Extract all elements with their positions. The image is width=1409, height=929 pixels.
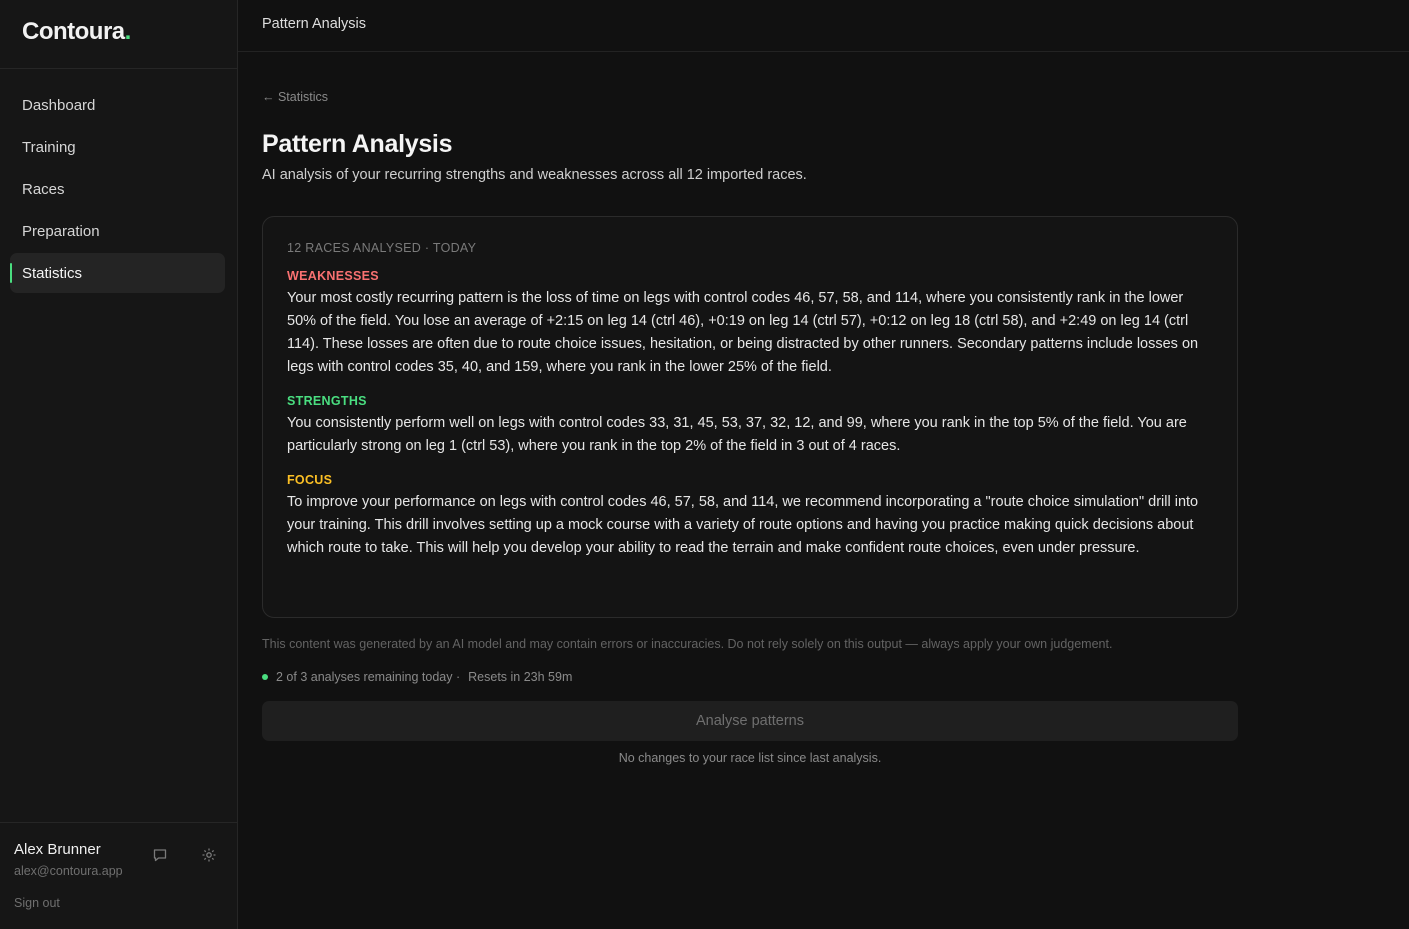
focus-text: To improve your performance on legs with… — [287, 494, 1199, 556]
main-nav: Dashboard Training Races Preparation Sta… — [0, 69, 237, 293]
nav-item-label: Races — [22, 180, 65, 198]
brand-name: Contoura — [22, 18, 125, 45]
sign-out-link[interactable]: Sign out — [14, 896, 223, 910]
analyse-patterns-button[interactable]: Analyse patterns — [262, 701, 1238, 741]
nav-item-dashboard[interactable]: Dashboard — [10, 85, 225, 125]
main-content: ← Statistics Pattern Analysis AI analysi… — [262, 90, 1238, 765]
topbar-title: Pattern Analysis — [262, 16, 366, 32]
quota-resets: Resets in 23h 59m — [468, 670, 573, 684]
analysis-card: 12 RACES ANALYSED · TODAY WEAKNESSES You… — [262, 216, 1238, 618]
nav-item-statistics[interactable]: Statistics — [10, 253, 225, 293]
chat-icon[interactable] — [152, 847, 168, 863]
focus-label: FOCUS — [287, 473, 333, 487]
user-email: alex@contoura.app — [14, 864, 123, 878]
ai-disclaimer: This content was generated by an AI mode… — [262, 637, 1113, 651]
nav-item-label: Statistics — [22, 264, 83, 282]
gear-icon[interactable] — [201, 847, 217, 863]
nav-item-training[interactable]: Training — [10, 127, 225, 167]
brand-dot: . — [124, 18, 132, 45]
user-icons — [152, 847, 217, 863]
nav-item-label: Preparation — [22, 222, 100, 240]
user-panel: Alex Brunner alex@contoura.app Sign out — [0, 822, 237, 929]
status-dot-icon — [262, 674, 268, 680]
strengths-text: You consistently perform well on legs wi… — [287, 415, 1187, 454]
sidebar: Contoura. Dashboard Training Races Prepa… — [0, 0, 238, 929]
brand-logo[interactable]: Contoura. — [0, 0, 237, 69]
nav-item-races[interactable]: Races — [10, 169, 225, 209]
analysis-meta: 12 RACES ANALYSED · TODAY — [287, 241, 477, 255]
back-link[interactable]: ← Statistics — [262, 90, 1238, 104]
topbar: Pattern Analysis — [238, 0, 1409, 52]
page-title: Pattern Analysis — [262, 130, 453, 158]
strengths-label: STRENGTHS — [287, 394, 367, 408]
nav-item-label: Training — [22, 138, 76, 156]
quota-remaining: 2 of 3 analyses remaining today · — [276, 670, 461, 684]
weaknesses-label: WEAKNESSES — [287, 269, 379, 283]
page-subtitle: AI analysis of your recurring strengths … — [262, 167, 807, 183]
quota-status: 2 of 3 analyses remaining today · Resets… — [262, 670, 1238, 684]
nav-item-label: Dashboard — [22, 96, 96, 114]
no-changes-note: No changes to your race list since last … — [618, 751, 882, 765]
weaknesses-text: Your most costly recurring pattern is th… — [287, 290, 1199, 375]
nav-item-preparation[interactable]: Preparation — [10, 211, 225, 251]
